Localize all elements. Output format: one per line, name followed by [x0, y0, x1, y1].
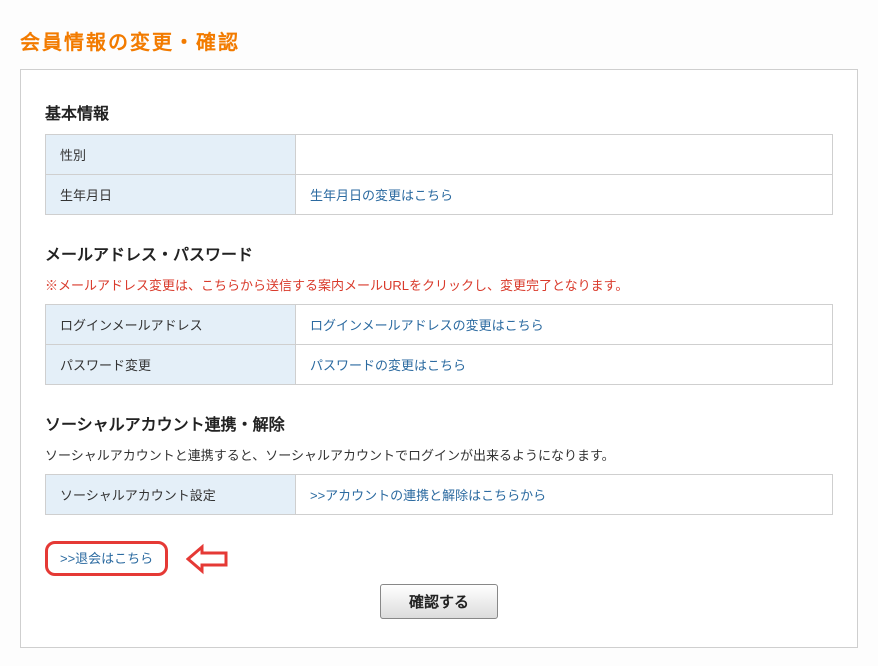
section-mail-title: メールアドレス・パスワード [45, 241, 833, 265]
page-title: 会員情報の変更・確認 [20, 26, 858, 55]
withdraw-row: >>退会はこちら [45, 541, 833, 576]
table-row: 性別 [46, 135, 833, 175]
gender-label: 性別 [46, 135, 296, 175]
table-row: ログインメールアドレス ログインメールアドレスの変更はこちら [46, 305, 833, 345]
social-setting-label: ソーシャルアカウント設定 [46, 475, 296, 515]
birthday-change-link[interactable]: 生年月日の変更はこちら [310, 188, 453, 203]
basic-info-table: 性別 生年月日 生年月日の変更はこちら [45, 134, 833, 215]
password-change-link[interactable]: パスワードの変更はこちら [310, 358, 466, 373]
password-label: パスワード変更 [46, 345, 296, 385]
withdraw-link[interactable]: >>退会はこちら [60, 551, 153, 566]
social-table: ソーシャルアカウント設定 >>アカウントの連携と解除はこちらから [45, 474, 833, 515]
gender-value [296, 135, 833, 175]
arrow-left-icon [186, 542, 230, 576]
login-mail-label: ログインメールアドレス [46, 305, 296, 345]
login-mail-change-link[interactable]: ログインメールアドレスの変更はこちら [310, 318, 544, 333]
confirm-button[interactable]: 確認する [380, 584, 498, 619]
table-row: パスワード変更 パスワードの変更はこちら [46, 345, 833, 385]
table-row: ソーシャルアカウント設定 >>アカウントの連携と解除はこちらから [46, 475, 833, 515]
birthday-label: 生年月日 [46, 175, 296, 215]
table-row: 生年月日 生年月日の変更はこちら [46, 175, 833, 215]
withdraw-highlight-box: >>退会はこちら [45, 541, 168, 576]
social-setting-link[interactable]: >>アカウントの連携と解除はこちらから [310, 488, 546, 503]
social-desc: ソーシャルアカウントと連携すると、ソーシャルアカウントでログインが出来るようにな… [45, 445, 833, 464]
main-panel: 基本情報 性別 生年月日 生年月日の変更はこちら メールアドレス・パスワード ※… [20, 69, 858, 648]
mail-table: ログインメールアドレス ログインメールアドレスの変更はこちら パスワード変更 パ… [45, 304, 833, 385]
section-basic-title: 基本情報 [45, 100, 833, 124]
section-social-title: ソーシャルアカウント連携・解除 [45, 411, 833, 435]
mail-note: ※メールアドレス変更は、こちらから送信する案内メールURLをクリックし、変更完了… [45, 275, 833, 294]
